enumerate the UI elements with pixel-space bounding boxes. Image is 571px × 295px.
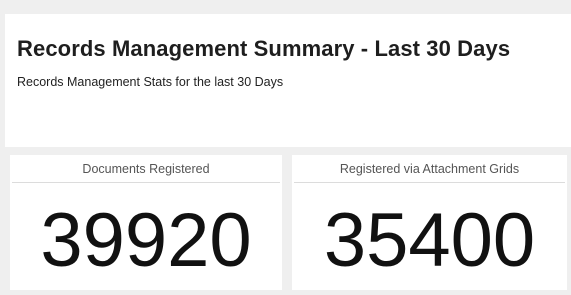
stat-label: Documents Registered [82, 162, 210, 176]
summary-header-card: Records Management Summary - Last 30 Day… [5, 14, 571, 147]
attachment-grids-tile[interactable]: Registered via Attachment Grids 35400 [292, 155, 567, 290]
stat-value: 35400 [323, 198, 536, 283]
page-title: Records Management Summary - Last 30 Day… [17, 36, 511, 61]
stat-value: 39920 [40, 198, 252, 283]
divider [294, 182, 565, 183]
page-subtitle: Records Management Stats for the last 30… [17, 75, 284, 89]
documents-registered-tile[interactable]: Documents Registered 39920 [10, 155, 282, 290]
divider [12, 182, 280, 183]
stat-label: Registered via Attachment Grids [339, 162, 520, 176]
dashboard-page: Records Management Summary - Last 30 Day… [0, 0, 571, 295]
